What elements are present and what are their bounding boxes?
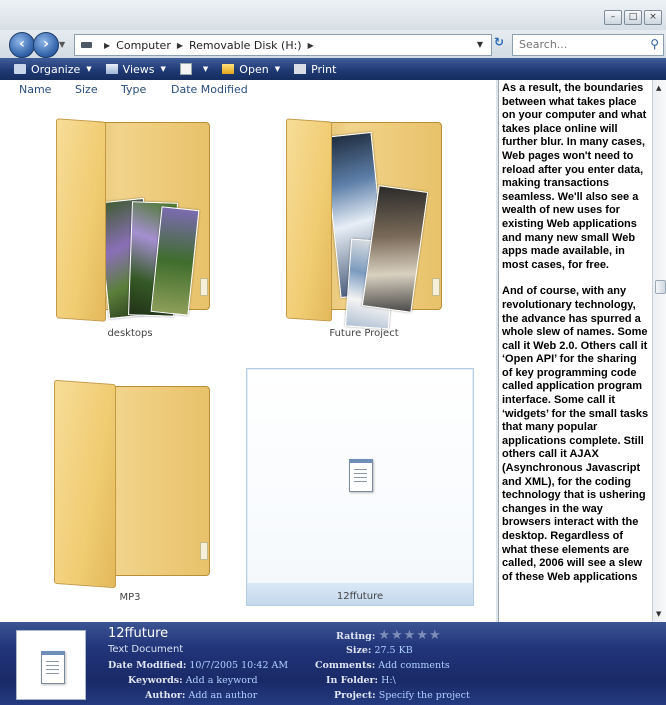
folder-tab [200, 278, 208, 296]
property-label: Project: [334, 690, 376, 701]
property-label: In Folder: [326, 675, 379, 686]
column-header-size[interactable]: Size [75, 83, 98, 96]
open-label: Open [239, 62, 269, 76]
folder-icon [286, 118, 332, 322]
organize-label: Organize [31, 62, 81, 76]
property-label: Comments: [315, 660, 376, 671]
scroll-thumb[interactable] [655, 280, 666, 294]
property-label: Author: [145, 690, 186, 701]
folder-tile-desktops[interactable]: desktops [18, 100, 242, 342]
preview-paragraph: As a result, the boundaries between what… [502, 82, 647, 271]
drive-icon [81, 42, 92, 48]
folder-icon [54, 379, 116, 589]
recent-pages-dropdown-icon[interactable]: ▼ [59, 40, 65, 49]
column-header-type[interactable]: Type [121, 83, 146, 96]
property-value[interactable]: Add comments [378, 660, 450, 671]
open-button[interactable]: Open ▼ [222, 63, 280, 76]
printer-icon [294, 64, 307, 74]
address-bar[interactable]: ▶ Computer ▶ Removable Disk (H:) ▶ ▼ [74, 34, 492, 56]
back-button[interactable]: ‹ [9, 32, 35, 58]
search-input[interactable] [513, 35, 639, 53]
organize-icon [14, 64, 26, 74]
item-label: desktops [107, 328, 153, 339]
item-label: 12ffuture [336, 591, 384, 602]
scroll-up-arrow-icon[interactable]: ▲ [656, 84, 661, 92]
forward-button[interactable]: › [33, 32, 59, 58]
property-value[interactable]: Specify the project [379, 690, 470, 701]
views-label: Views [122, 62, 155, 76]
address-dropdown-icon[interactable]: ▼ [477, 40, 483, 49]
folder-tab [432, 278, 440, 296]
breadcrumb-removable-disk[interactable]: Removable Disk (H:) [189, 39, 302, 52]
folder-tile-future-project[interactable]: Future Project [252, 100, 476, 342]
column-headers: Name Size Type Date Modified [0, 80, 496, 98]
chevron-down-icon: ▼ [202, 65, 209, 73]
scroll-down-arrow-icon[interactable]: ▼ [656, 610, 661, 618]
organize-button[interactable]: Organize ▼ [14, 63, 92, 76]
minimize-button[interactable]: – [604, 10, 622, 25]
item-label: Future Project [329, 328, 399, 339]
rating-stars-icon[interactable]: ★★★★★ [378, 628, 441, 643]
chevron-right-icon[interactable]: ▶ [177, 41, 183, 50]
explorer-window: – □ × ‹ › ▼ ▶ Computer ▶ Removable Disk … [0, 0, 666, 705]
chevron-down-icon: ▼ [274, 65, 281, 73]
property-value: 27.5 KB [374, 645, 413, 656]
column-header-name[interactable]: Name [19, 83, 51, 96]
item-label: MP3 [119, 592, 141, 603]
breadcrumb-computer[interactable]: Computer [116, 39, 171, 52]
details-project[interactable]: Project: Specify the project [334, 690, 470, 701]
print-label: Print [311, 62, 337, 76]
refresh-icon[interactable]: ↻ [494, 35, 504, 49]
preview-text: As a result, the boundaries between what… [502, 82, 650, 597]
slideshow-icon [179, 63, 192, 75]
chevron-down-icon: ▼ [86, 65, 92, 73]
property-value: 10/7/2005 10:42 AM [189, 660, 289, 671]
print-button[interactable]: Print [294, 63, 336, 76]
command-bar: Organize ▼ Views ▼ ▼ Open ▼ Print [0, 58, 666, 80]
search-icon[interactable]: ⚲ [650, 37, 659, 51]
folder-icon [56, 118, 106, 322]
property-label: Size: [346, 645, 372, 656]
chevron-right-icon[interactable]: ▶ [308, 41, 314, 50]
file-list: Name Size Type Date Modified desktops Fu… [0, 80, 496, 622]
details-keywords[interactable]: Keywords: Add a keyword [128, 675, 258, 686]
slideshow-button[interactable]: ▼ [179, 63, 209, 75]
folder-tab [200, 542, 208, 560]
property-label: Date Modified: [108, 660, 187, 671]
title-bar[interactable]: – □ × [0, 0, 666, 30]
details-file-name: 12ffuture [108, 626, 169, 641]
column-header-date-modified[interactable]: Date Modified [171, 83, 248, 96]
preview-scrollbar[interactable]: ▲ ▼ [652, 80, 666, 622]
address-row: ‹ › ▼ ▶ Computer ▶ Removable Disk (H:) ▶… [0, 30, 666, 58]
preview-pane[interactable]: As a result, the boundaries between what… [498, 80, 653, 622]
property-value: H:\ [381, 675, 396, 686]
details-pane: 12ffuture Text Document Date Modified: 1… [0, 622, 666, 705]
details-date-modified: Date Modified: 10/7/2005 10:42 AM [108, 660, 288, 671]
folder-tile-mp3[interactable]: MP3 [18, 370, 242, 606]
property-value[interactable]: Add an author [188, 690, 257, 701]
property-value[interactable]: Add a keyword [186, 675, 258, 686]
chevron-down-icon: ▼ [160, 65, 166, 73]
views-icon [105, 64, 118, 74]
text-document-icon [41, 651, 65, 684]
details-in-folder: In Folder: H:\ [326, 675, 396, 686]
file-tile-12ffuture[interactable]: 12ffuture [246, 368, 474, 606]
close-button[interactable]: × [644, 10, 662, 25]
open-icon [222, 64, 235, 74]
search-box[interactable]: ⚲ [512, 34, 664, 56]
text-document-icon [349, 459, 373, 492]
property-label: Rating: [336, 631, 376, 642]
details-thumbnail [16, 630, 86, 700]
details-author[interactable]: Author: Add an author [145, 690, 257, 701]
details-file-type: Text Document [108, 644, 184, 655]
property-label: Keywords: [128, 675, 183, 686]
chevron-right-icon[interactable]: ▶ [104, 41, 110, 50]
details-rating[interactable]: Rating: ★★★★★ [336, 628, 442, 643]
preview-paragraph: And of course, with any revolutionary te… [502, 285, 649, 583]
views-button[interactable]: Views ▼ [105, 62, 166, 76]
details-size: Size: 27.5 KB [346, 645, 413, 656]
maximize-button[interactable]: □ [624, 10, 642, 25]
details-comments[interactable]: Comments: Add comments [315, 660, 450, 671]
